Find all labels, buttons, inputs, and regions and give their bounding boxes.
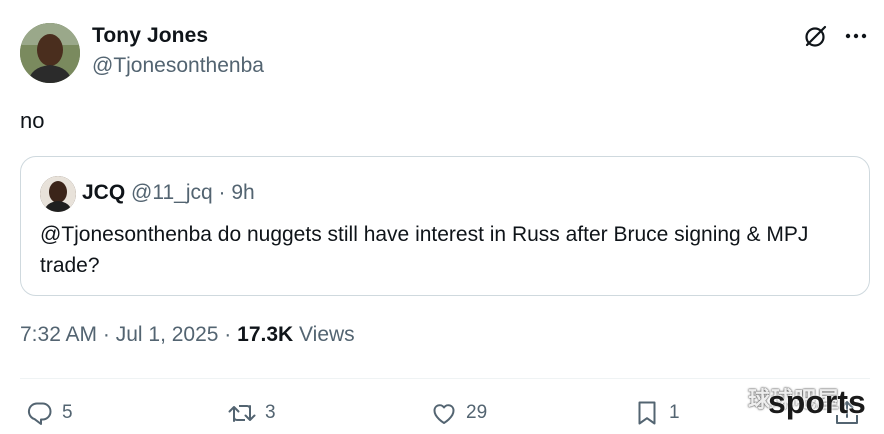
retweet-count: 3: [265, 402, 276, 423]
more-icon[interactable]: [843, 24, 869, 48]
views-label: Views: [293, 323, 355, 346]
like-icon: [433, 404, 455, 424]
share-button[interactable]: [833, 398, 861, 428]
bookmark-icon: [638, 401, 656, 425]
author-name[interactable]: Tony Jones: [92, 24, 208, 48]
views-count: 17.3K: [237, 323, 294, 346]
quote-author-handle[interactable]: @11_jcq: [131, 181, 213, 204]
quote-author-name[interactable]: JCQ: [82, 181, 125, 204]
quote-author-avatar[interactable]: [40, 176, 76, 212]
share-icon: [836, 401, 858, 424]
tweet-time[interactable]: 7:32 AM · Jul 1, 2025: [20, 323, 218, 346]
like-button[interactable]: 29: [430, 398, 487, 428]
like-count: 29: [466, 402, 488, 423]
reply-icon: [27, 402, 52, 425]
retweet-icon: [228, 405, 256, 422]
bookmark-count: 1: [669, 402, 680, 423]
reply-button[interactable]: 5: [26, 398, 73, 428]
reply-count: 5: [62, 402, 73, 423]
author-avatar[interactable]: [20, 23, 80, 83]
meta-separator: ·: [218, 323, 238, 346]
quoted-tweet[interactable]: JCQ @11_jcq · 9h @Tjonesonthenba do nugg…: [20, 156, 870, 296]
quote-header: JCQ @11_jcq · 9h: [82, 181, 255, 205]
tweet-text: no: [20, 108, 45, 133]
grok-icon[interactable]: [803, 23, 829, 49]
quote-separator: ·: [218, 181, 226, 204]
quote-text: @Tjonesonthenba do nuggets still have in…: [40, 223, 809, 277]
author-handle[interactable]: @Tjonesonthenba: [92, 54, 264, 78]
retweet-button[interactable]: 3: [227, 398, 276, 428]
tweet-meta: 7:32 AM · Jul 1, 2025 · 17.3K Views: [20, 323, 355, 347]
divider: [20, 378, 870, 379]
quote-time[interactable]: 9h: [231, 181, 254, 204]
watermark-cn: 球球吧屋: [748, 387, 841, 412]
bookmark-button[interactable]: 1: [633, 398, 680, 428]
